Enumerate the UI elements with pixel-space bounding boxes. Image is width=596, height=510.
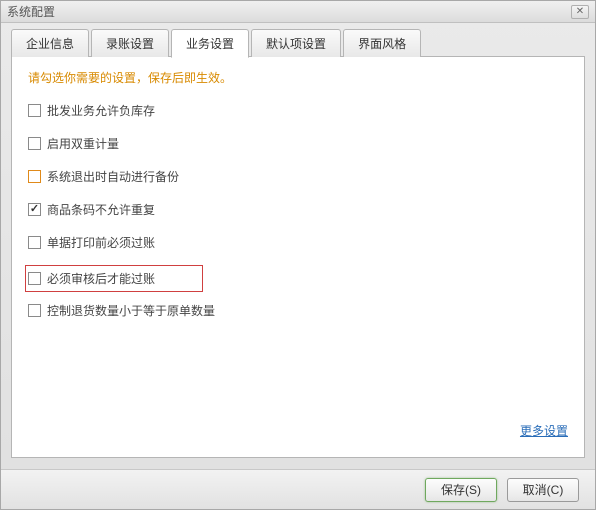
cancel-button[interactable]: 取消(C) (507, 478, 579, 502)
more-settings-link[interactable]: 更多设置 (28, 422, 568, 445)
tab-company-info[interactable]: 企业信息 (11, 29, 89, 57)
option-negative-stock: 批发业务允许负库存 (28, 100, 568, 121)
option-label: 系统退出时自动进行备份 (47, 168, 179, 185)
checkbox-dual-measure[interactable] (28, 137, 41, 150)
close-icon: ✕ (576, 6, 584, 17)
checkbox-audit-post[interactable] (28, 272, 41, 285)
option-label: 启用双重计量 (47, 135, 119, 152)
save-button[interactable]: 保存(S) (425, 478, 497, 502)
option-label: 控制退货数量小于等于原单数量 (47, 302, 215, 319)
content-area: 请勾选你需要的设置，保存后即生效。 批发业务允许负库存 启用双重计量 系统退出时… (12, 57, 584, 457)
option-barcode-unique: 商品条码不允许重复 (28, 199, 568, 220)
system-config-window: 系统配置 ✕ 企业信息 录账设置 业务设置 默认项设置 界面风格 请勾选你需要的… (0, 0, 596, 510)
titlebar: 系统配置 ✕ (1, 1, 595, 23)
footer-bar: 保存(S) 取消(C) (1, 469, 595, 509)
option-dual-measure: 启用双重计量 (28, 133, 568, 154)
option-label: 单据打印前必须过账 (47, 234, 155, 251)
tab-default-settings[interactable]: 默认项设置 (251, 29, 341, 57)
option-label: 批发业务允许负库存 (47, 102, 155, 119)
tab-bar: 企业信息 录账设置 业务设置 默认项设置 界面风格 (1, 23, 595, 57)
tab-ui-style[interactable]: 界面风格 (343, 29, 421, 57)
option-audit-post: 必须审核后才能过账 (25, 265, 203, 292)
tab-entry-settings[interactable]: 录账设置 (91, 29, 169, 57)
close-button[interactable]: ✕ (571, 5, 589, 19)
tab-business-settings[interactable]: 业务设置 (171, 29, 249, 58)
option-auto-backup: 系统退出时自动进行备份 (28, 166, 568, 187)
checkbox-auto-backup[interactable] (28, 170, 41, 183)
checkbox-negative-stock[interactable] (28, 104, 41, 117)
checkbox-barcode-unique[interactable] (28, 203, 41, 216)
content-panel: 请勾选你需要的设置，保存后即生效。 批发业务允许负库存 启用双重计量 系统退出时… (11, 56, 585, 458)
option-label: 商品条码不允许重复 (47, 201, 155, 218)
option-return-qty: 控制退货数量小于等于原单数量 (28, 300, 568, 321)
option-print-post: 单据打印前必须过账 (28, 232, 568, 253)
instruction-text: 请勾选你需要的设置，保存后即生效。 (28, 69, 568, 86)
options-list: 批发业务允许负库存 启用双重计量 系统退出时自动进行备份 商品条码不允许重复 单 (28, 100, 568, 422)
option-label: 必须审核后才能过账 (47, 270, 155, 287)
checkbox-print-post[interactable] (28, 236, 41, 249)
window-title: 系统配置 (7, 3, 55, 20)
checkbox-return-qty[interactable] (28, 304, 41, 317)
